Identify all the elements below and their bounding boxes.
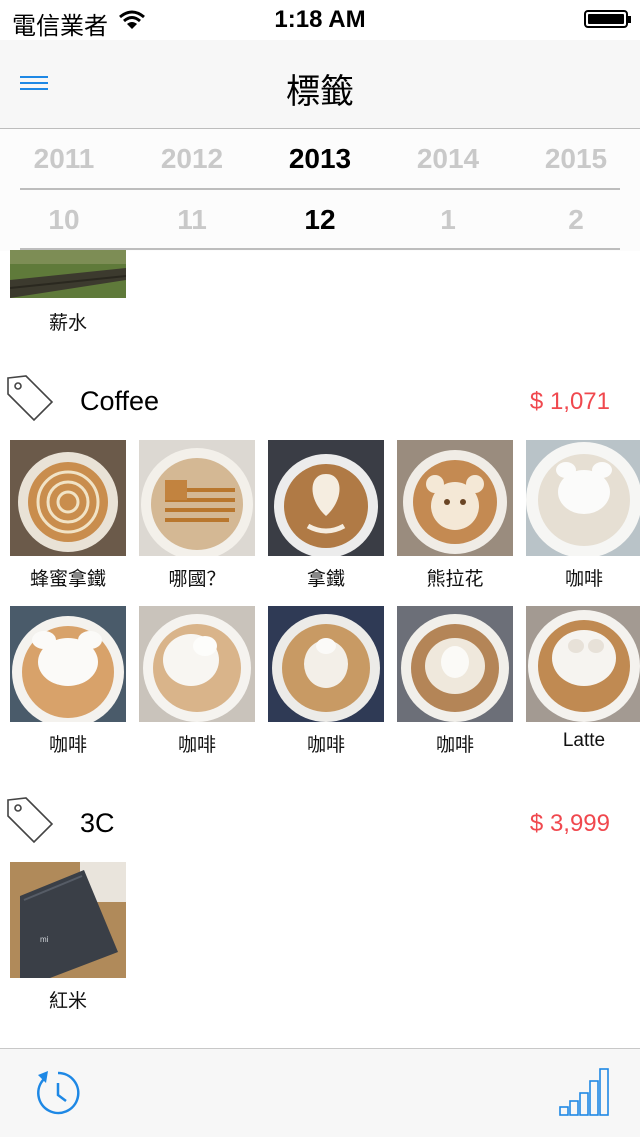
date-picker: 2011 2012 2013 2014 2015 10 11 12 1 2 bbox=[0, 128, 640, 251]
photo-thumbnail[interactable] bbox=[10, 250, 126, 298]
svg-text:mi: mi bbox=[40, 935, 49, 944]
status-bar: 電信業者 1:18 AM bbox=[0, 0, 640, 40]
item-caption: 咖啡 bbox=[306, 735, 345, 756]
photo-thumbnail[interactable] bbox=[526, 440, 640, 556]
item-caption: 咖啡 bbox=[177, 735, 216, 756]
item-caption: 拿鐵 bbox=[306, 569, 345, 590]
month-option[interactable]: 2 bbox=[516, 190, 636, 250]
photo-thumbnail[interactable] bbox=[397, 440, 513, 556]
photo-thumbnail[interactable] bbox=[268, 440, 384, 556]
photo-thumbnail[interactable] bbox=[10, 440, 126, 556]
photo-thumbnail[interactable]: mi bbox=[10, 862, 126, 978]
battery-icon bbox=[584, 10, 631, 28]
item-caption: Latte bbox=[562, 730, 606, 751]
tag-amount: $ 1,071 bbox=[529, 388, 610, 415]
tag-name[interactable]: 3C bbox=[80, 808, 115, 839]
year-option-selected[interactable]: 2013 bbox=[260, 129, 380, 189]
year-option[interactable]: 2012 bbox=[132, 129, 252, 189]
item-caption: 熊拉花 bbox=[426, 569, 484, 590]
month-picker[interactable]: 10 11 12 1 2 bbox=[0, 190, 640, 250]
month-option[interactable]: 1 bbox=[388, 190, 508, 250]
month-option[interactable]: 11 bbox=[132, 190, 252, 250]
item-caption: 咖啡 bbox=[564, 569, 603, 590]
history-icon[interactable] bbox=[34, 1067, 82, 1117]
tag-icon bbox=[7, 375, 54, 422]
item-caption: 蜂蜜拿鐵 bbox=[29, 569, 106, 590]
tag-amount: $ 3,999 bbox=[529, 810, 610, 837]
year-option[interactable]: 2011 bbox=[4, 129, 124, 189]
tag-icon bbox=[7, 797, 54, 844]
item-caption: 哪國？ bbox=[168, 569, 226, 590]
page-title: 標籤 bbox=[286, 73, 354, 111]
tab-bar bbox=[0, 1048, 640, 1137]
photo-thumbnail[interactable] bbox=[268, 606, 384, 722]
item-caption: 咖啡 bbox=[435, 735, 474, 756]
tag-name[interactable]: Coffee bbox=[80, 386, 159, 417]
item-caption: 咖啡 bbox=[48, 735, 87, 756]
photo-thumbnail[interactable] bbox=[526, 606, 640, 722]
item-caption: 紅米 bbox=[48, 991, 87, 1012]
navigation-bar: 標籤 bbox=[0, 40, 640, 128]
month-option-selected[interactable]: 12 bbox=[260, 190, 380, 250]
year-picker[interactable]: 2011 2012 2013 2014 2015 bbox=[0, 129, 640, 189]
bar-chart-icon[interactable] bbox=[558, 1067, 610, 1117]
photo-thumbnail[interactable] bbox=[139, 440, 255, 556]
year-option[interactable]: 2014 bbox=[388, 129, 508, 189]
photo-thumbnail[interactable] bbox=[10, 606, 126, 722]
item-caption: 薪水 bbox=[48, 313, 87, 334]
clock: 1:18 AM bbox=[274, 6, 366, 33]
year-option[interactable]: 2015 bbox=[516, 129, 636, 189]
photo-thumbnail[interactable] bbox=[397, 606, 513, 722]
photo-thumbnail[interactable] bbox=[139, 606, 255, 722]
month-option[interactable]: 10 bbox=[4, 190, 124, 250]
